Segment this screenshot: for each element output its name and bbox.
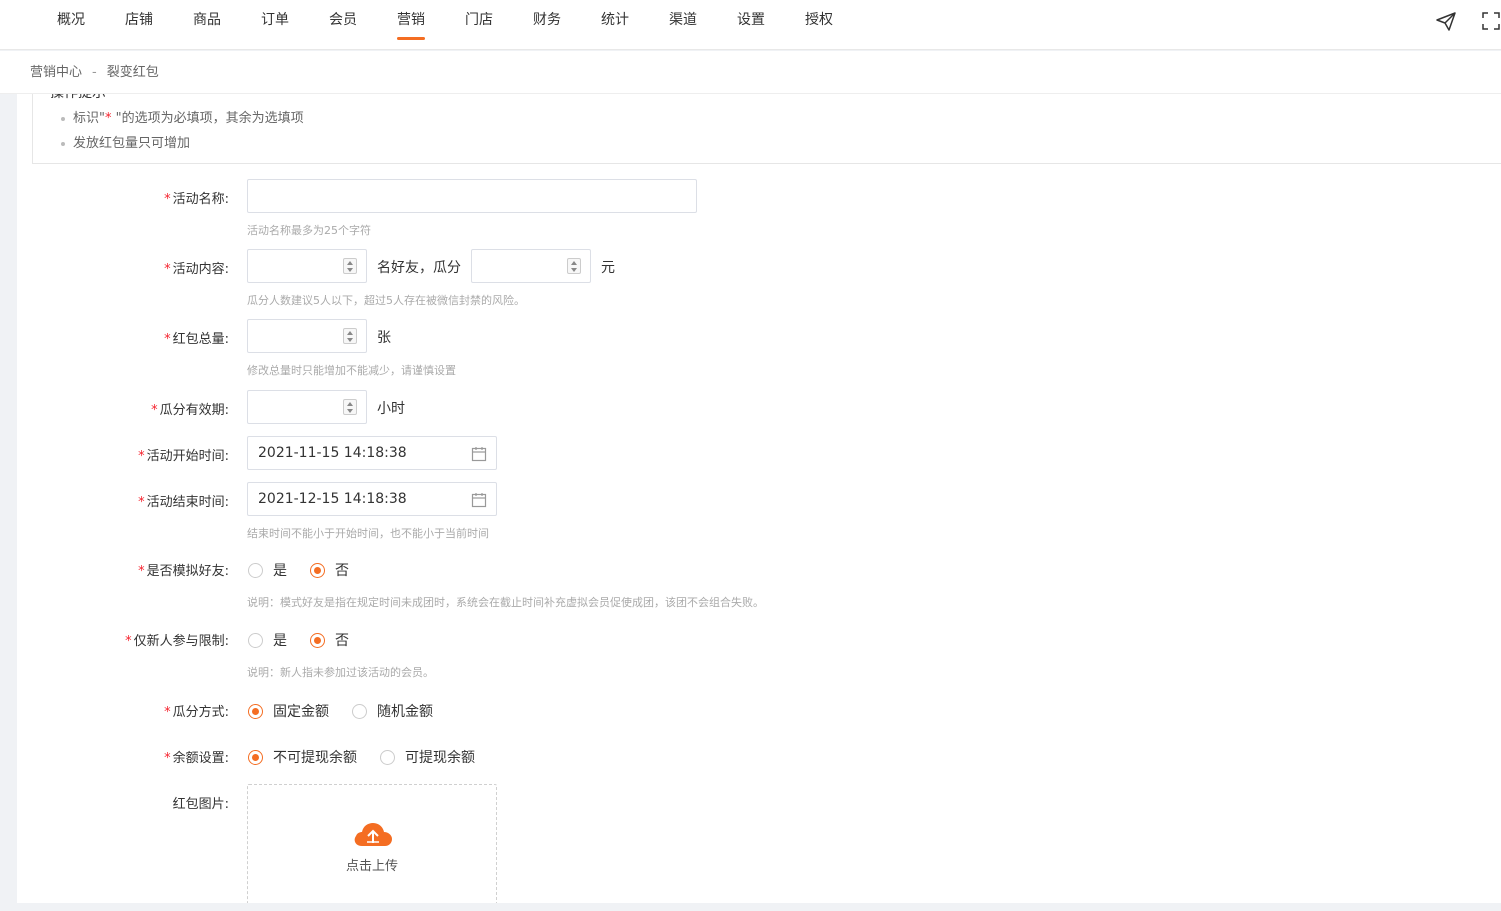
friends-unit: 名好友，瓜分 [377,260,461,276]
label-start-time: * 活动开始时间: [138,449,229,464]
newonly-hint: 说明：新人指未参加过该活动的会员。 [247,666,434,679]
nav-statistics[interactable]: 统计 [581,0,649,50]
nav-stores[interactable]: 门店 [445,0,513,50]
nav-authorization[interactable]: 授权 [785,0,853,50]
radio-checked-icon [310,562,325,578]
balance-no-withdraw-radio[interactable]: 不可提现余额 [248,747,357,767]
radio-circle-icon [248,632,263,648]
balance-withdraw-radio[interactable]: 可提现余额 [380,747,475,767]
simulate-hint: 说明：模式好友是指在规定时间未成团时，系统会在截止时间补充虚拟会员促使成团，该团… [247,596,764,609]
nav-overview[interactable]: 概况 [37,0,105,50]
breadcrumb-separator: - [92,65,97,80]
amount-unit: 元 [601,260,615,276]
activity-content-hint: 瓜分人数建议5人以下，超过5人存在被微信封禁的风险。 [247,294,525,307]
nav-channels[interactable]: 渠道 [649,0,717,50]
nav-shop[interactable]: 店铺 [105,0,173,50]
total-hint: 修改总量时只能增加不能减少，请谨慎设置 [247,364,456,377]
left-gutter [0,94,17,903]
calendar-icon[interactable] [471,446,487,462]
total-stepper[interactable] [247,319,367,353]
split-random-radio[interactable]: 随机金额 [352,701,433,721]
nav-members[interactable]: 会员 [309,0,377,50]
fullscreen-icon[interactable] [1480,10,1501,32]
stepper-arrows-icon[interactable] [567,258,581,274]
nav-settings[interactable]: 设置 [717,0,785,50]
total-unit: 张 [377,330,391,346]
calendar-icon[interactable] [471,492,487,508]
radio-checked-icon [310,632,325,648]
label-split-mode: * 瓜分方式: [164,705,229,720]
tips-box: 操作提示 标识"* "的选项为必填项，其余为选填项 发放红包量只可增加 [32,94,1501,164]
newonly-no-radio[interactable]: 否 [310,630,349,650]
amount-stepper[interactable] [471,249,591,283]
validity-unit: 小时 [377,401,405,417]
radio-checked-icon [248,749,263,765]
validity-stepper[interactable] [247,390,367,424]
breadcrumb-parent[interactable]: 营销中心 [30,65,82,80]
image-upload-area[interactable]: 点击上传 [247,784,497,903]
label-simulate-friends: * 是否模拟好友: [138,564,229,579]
nav-goods[interactable]: 商品 [173,0,241,50]
radio-circle-icon [380,749,395,765]
label-image: 红包图片: [172,797,229,812]
friends-count-stepper[interactable] [247,249,367,283]
radio-circle-icon [248,562,263,578]
tips-item: 发放红包量只可增加 [61,131,304,156]
nav-finance[interactable]: 财务 [513,0,581,50]
label-balance: * 余额设置: [164,751,229,766]
label-end-time: * 活动结束时间: [138,495,229,510]
simulate-no-radio[interactable]: 否 [310,560,349,580]
simulate-yes-radio[interactable]: 是 [248,560,287,580]
end-time-hint: 结束时间不能小于开始时间，也不能小于当前时间 [247,527,489,540]
main-nav: 概况 店铺 商品 订单 会员 营销 门店 财务 统计 渠道 设置 授权 [37,0,853,50]
activity-name-hint: 活动名称最多为25个字符 [247,224,371,237]
radio-circle-icon [352,703,367,719]
start-time-value: 2021-11-15 14:18:38 [258,445,407,461]
upload-label: 点击上传 [345,859,398,874]
label-activity-content: * 活动内容: [164,262,229,277]
label-new-only: * 仅新人参与限制: [125,634,229,649]
tips-list: 标识"* "的选项为必填项，其余为选填项 发放红包量只可增加 [61,106,304,156]
label-validity: * 瓜分有效期: [151,403,229,418]
tips-item: 标识"* "的选项为必填项，其余为选填项 [61,106,304,131]
stepper-arrows-icon[interactable] [343,328,357,344]
newonly-yes-radio[interactable]: 是 [248,630,287,650]
radio-checked-icon [248,703,263,719]
activity-name-input[interactable] [247,179,697,213]
cloud-upload-icon [354,823,392,846]
breadcrumb: 营销中心 - 裂变红包 [0,51,1501,94]
breadcrumb-current: 裂变红包 [106,65,159,80]
end-time-picker[interactable]: 2021-12-15 14:18:38 [247,482,497,516]
nav-marketing[interactable]: 营销 [377,0,445,50]
tips-title: 操作提示 [50,94,106,102]
form-panel: 操作提示 标识"* "的选项为必填项，其余为选填项 发放红包量只可增加 *活动名… [17,94,1501,903]
split-fixed-radio[interactable]: 固定金额 [248,701,329,721]
start-time-picker[interactable]: 2021-11-15 14:18:38 [247,436,497,470]
nav-orders[interactable]: 订单 [241,0,309,50]
end-time-value: 2021-12-15 14:18:38 [258,491,407,507]
stepper-arrows-icon[interactable] [343,399,357,415]
label-activity-name: * 活动名称: [164,192,229,207]
send-icon[interactable] [1435,10,1457,32]
label-total: * 红包总量: [164,332,229,347]
stepper-arrows-icon[interactable] [343,258,357,274]
top-navbar: 概况 店铺 商品 订单 会员 营销 门店 财务 统计 渠道 设置 授权 [0,0,1501,50]
